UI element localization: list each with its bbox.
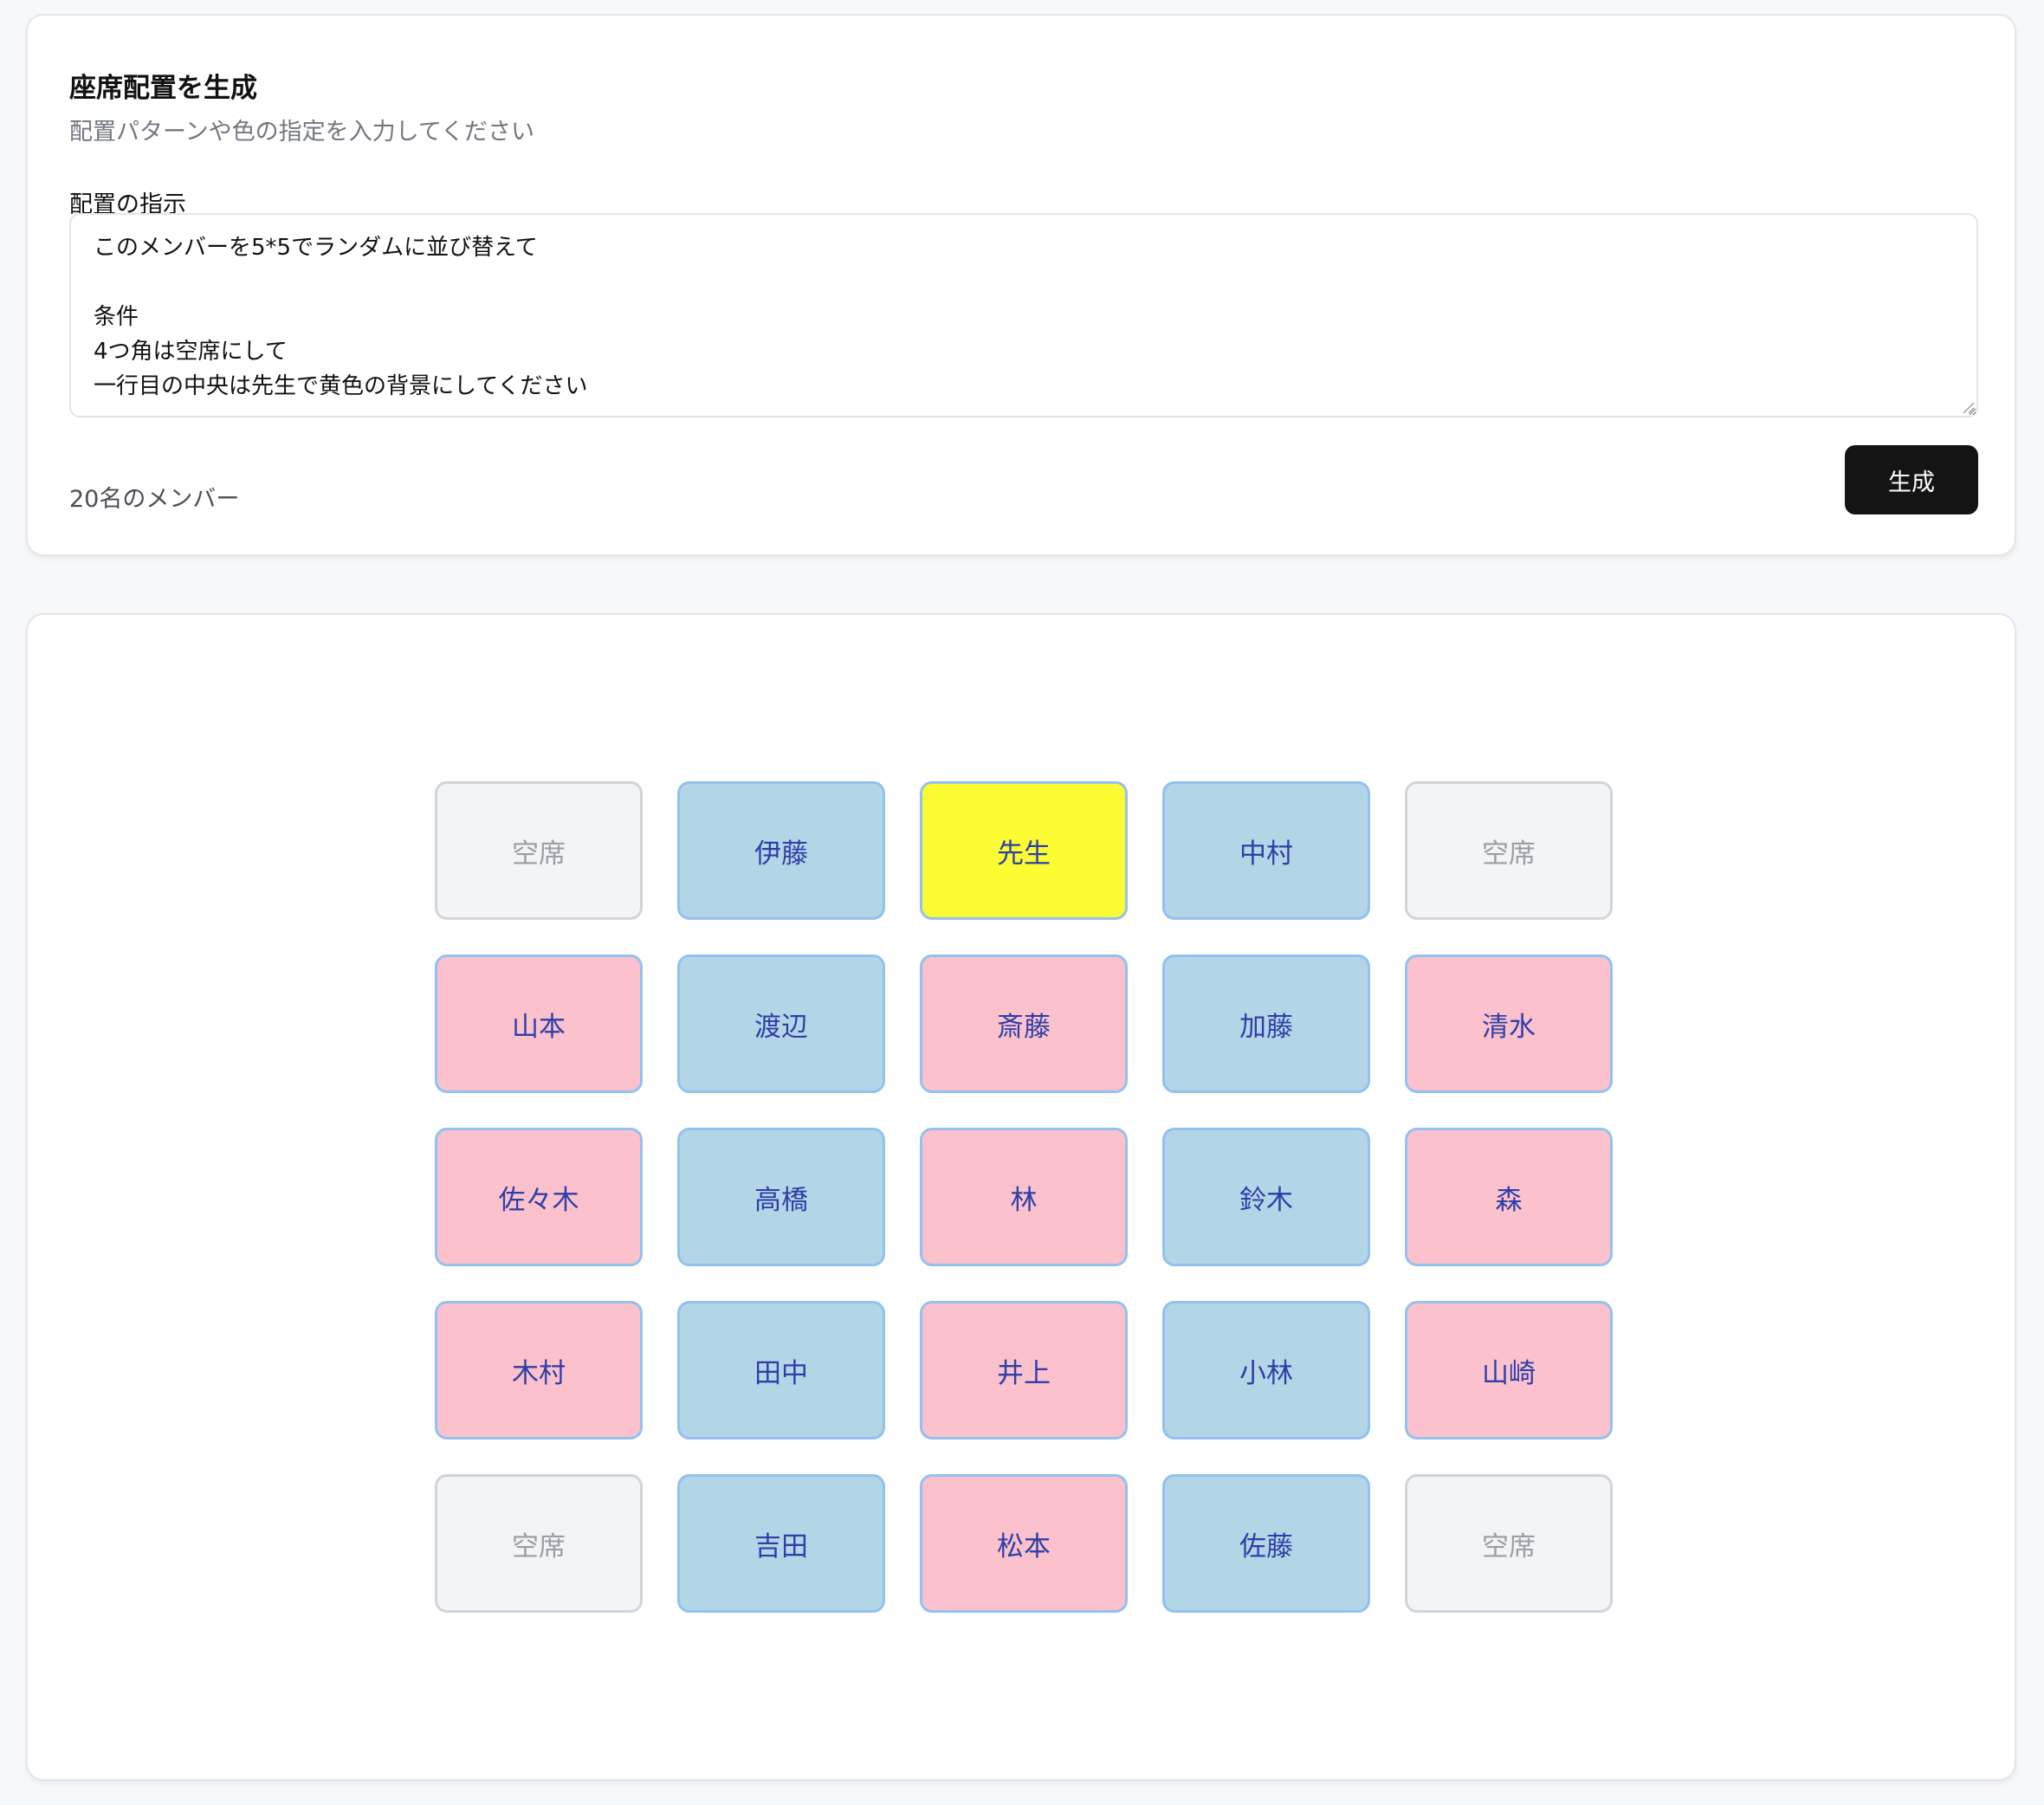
seat-card[interactable]: 山本 xyxy=(435,954,643,1093)
seating-chart-card: 空席 伊藤 先生 中村 空席 山本 渡辺 斎藤 加藤 清水 佐々木 高橋林鈴木森木村 田中 井上 小林 山崎空… xyxy=(26,613,2016,1781)
seat-card[interactable]: 中村 xyxy=(1162,781,1370,920)
empty-seat[interactable]: 空席 xyxy=(1405,781,1613,920)
seat-card[interactable]: 吉田 xyxy=(677,1474,885,1613)
seat-card[interactable]: 山崎 xyxy=(1405,1301,1613,1439)
instruction-form-card: 座席配置を生成 配置パターンや色の指定を入力してください 配置の指示 このメンバ… xyxy=(26,14,2016,556)
seat-card[interactable]: 田中 xyxy=(677,1301,885,1439)
seat-card[interactable]: 井上 xyxy=(920,1301,1128,1439)
form-subtitle: 配置パターンや色の指定を入力してください xyxy=(69,119,535,146)
seat-card[interactable]: 伊藤 xyxy=(677,781,885,920)
seat-card[interactable]: 高橋 xyxy=(677,1128,885,1266)
empty-seat[interactable]: 空席 xyxy=(435,781,643,920)
form-title: 座席配置を生成 xyxy=(69,73,257,104)
seat-card[interactable]: 小林 xyxy=(1162,1301,1370,1439)
teacher-seat[interactable]: 先生 xyxy=(920,781,1128,920)
instruction-textarea[interactable]: このメンバーを5*5でランダムに並び替えて 条件 4つ角は空席にして 一行目の中… xyxy=(69,213,1978,417)
seat-card[interactable]: 斎藤 xyxy=(920,954,1128,1093)
seat-card[interactable]: 木村 xyxy=(435,1301,643,1439)
empty-seat[interactable]: 空席 xyxy=(1405,1474,1613,1613)
seat-card[interactable]: 加藤 xyxy=(1162,954,1370,1093)
seat-card[interactable]: 松本 xyxy=(920,1474,1128,1613)
seat-card[interactable]: 清水 xyxy=(1405,954,1613,1093)
seat-card[interactable]: 森 xyxy=(1405,1128,1613,1266)
seat-card[interactable]: 鈴木 xyxy=(1162,1128,1370,1266)
seat-grid: 空席 伊藤 先生 中村 空席 山本 渡辺 斎藤 加藤 清水 佐々木 高橋林鈴木森木村 田中 井上 小林 山崎空… xyxy=(435,781,1613,1613)
seat-card[interactable]: 林 xyxy=(920,1128,1128,1266)
seat-card[interactable]: 佐藤 xyxy=(1162,1474,1370,1613)
empty-seat[interactable]: 空席 xyxy=(435,1474,643,1613)
generate-button[interactable]: 生成 xyxy=(1845,445,1978,514)
seat-card[interactable]: 佐々木 xyxy=(435,1128,643,1266)
member-count: 20名のメンバー xyxy=(69,486,240,513)
seat-card[interactable]: 渡辺 xyxy=(677,954,885,1093)
